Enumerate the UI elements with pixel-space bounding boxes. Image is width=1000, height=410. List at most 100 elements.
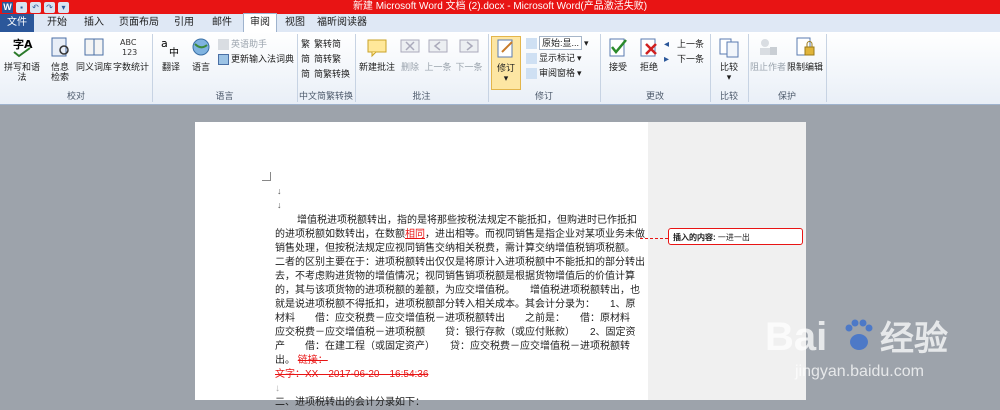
- inserted-text[interactable]: 相同: [405, 229, 425, 240]
- accept-button[interactable]: 接受: [602, 36, 634, 72]
- group-tracking: 修订 ▾ 原始:显... ▾ 显示标记 ▾ 审阅窗格 ▾ 修订: [488, 34, 601, 102]
- translate-icon: a中: [161, 37, 179, 59]
- restrict-editing-button[interactable]: 限制编辑: [786, 36, 824, 72]
- ribbon: 字A 拼写和语法 信息检索 同义词库 ABC 123 字数统计 校对 a中 翻译 …: [0, 32, 1000, 105]
- ime-dictionary-icon: [218, 53, 229, 65]
- group-protect: 阻止作者 限制编辑 保护: [748, 34, 827, 102]
- display-review-dropdown-icon: ▾: [584, 38, 589, 48]
- deleted-link-text[interactable]: 链接：: [298, 355, 328, 366]
- paragraph[interactable]: 增值税进项税额转出，指的是将那些按税法规定不能抵扣，但购进时已作抵扣的进项税额如…: [275, 214, 650, 368]
- display-for-review-select[interactable]: 原始:显... ▾: [526, 36, 589, 50]
- tab-foxit-reader[interactable]: 福昕阅读器: [316, 14, 368, 32]
- balloon-text: 一进一出: [717, 233, 750, 242]
- reject-icon: [640, 38, 657, 57]
- compare-icon: [719, 38, 739, 58]
- group-language: a中 翻译 语言 英语助手 更新输入法词典 语言: [152, 34, 298, 102]
- group-proofing: 字A 拼写和语法 信息检索 同义词库 ABC 123 字数统计 校对: [0, 34, 153, 102]
- tab-view[interactable]: 视图: [280, 14, 310, 32]
- tab-mailings[interactable]: 邮件: [206, 14, 238, 32]
- show-markup-icon: [526, 52, 537, 64]
- reject-button[interactable]: 拒绝: [634, 36, 664, 72]
- research-button[interactable]: 信息检索: [46, 36, 74, 82]
- crop-mark-top-left: [262, 172, 271, 181]
- paragraph-mark: ↓: [277, 200, 282, 210]
- window-title: 新建 Microsoft Word 文档 (2).docx - Microsof…: [352, 1, 648, 12]
- baidu-jingyan-watermark: Bai 经验 jingyan.baidu.com: [755, 300, 995, 390]
- review-pane-dropdown-icon: ▾: [577, 68, 582, 78]
- update-ime-dictionary-button[interactable]: 更新输入法词典: [218, 53, 294, 65]
- word-count-icon: ABC123: [120, 38, 137, 57]
- next-change-button[interactable]: ▸ 下一条: [664, 53, 704, 65]
- new-comment-button[interactable]: 新建批注: [357, 36, 397, 72]
- english-assistant-button[interactable]: 英语助手: [218, 38, 267, 50]
- to-simplified-button[interactable]: 繁 繁转简: [301, 38, 341, 50]
- delete-comment-icon: [400, 39, 420, 53]
- next-comment-button[interactable]: 下一条: [453, 36, 485, 72]
- review-pane-button[interactable]: 审阅窗格 ▾: [526, 67, 582, 79]
- english-assistant-icon: [218, 38, 229, 50]
- next-change-icon: ▸: [664, 53, 670, 65]
- tab-review[interactable]: 审阅: [243, 13, 277, 32]
- restrict-editing-icon: [796, 37, 815, 56]
- chinese-convert-button[interactable]: 简 简繁转换: [301, 68, 350, 80]
- baidu-paw-logo: Bai 经验 jingyan.baidu.com: [765, 315, 948, 380]
- thesaurus-book-icon: [84, 38, 104, 56]
- language-button[interactable]: 语言: [186, 36, 216, 72]
- group-label-comments: 批注: [412, 91, 431, 101]
- compare-button[interactable]: 比较 ▾: [714, 36, 744, 82]
- title-bar: W ▪ ↶ ↷ ▾ 新建 Microsoft Word 文档 (2).docx …: [0, 0, 1000, 14]
- group-changes: 接受 拒绝 ◂ 上一条 ▸ 下一条 更改: [600, 34, 711, 102]
- svg-text:ABC: ABC: [120, 38, 137, 47]
- thesaurus-button[interactable]: 同义词库: [76, 36, 112, 72]
- spelling-grammar-button[interactable]: 字A 拼写和语法: [2, 36, 42, 82]
- tab-references[interactable]: 引用: [168, 14, 200, 32]
- accept-icon: [609, 38, 627, 57]
- globe-icon: [192, 38, 210, 56]
- block-authors-button[interactable]: 阻止作者: [750, 36, 786, 72]
- revision-balloon[interactable]: 插入的内容: 一进一出: [668, 228, 803, 245]
- next-comment-icon: [459, 39, 479, 53]
- group-comments: 新建批注 删除 上一条 下一条 批注: [355, 34, 489, 102]
- group-label-protect: 保护: [777, 91, 796, 101]
- svg-text:中: 中: [169, 46, 179, 58]
- new-comment-icon: [367, 39, 387, 58]
- section-heading[interactable]: 二、进项税转出的会计分录如下：: [275, 396, 645, 410]
- tab-insert[interactable]: 插入: [78, 14, 110, 32]
- balloon-connector: [640, 238, 668, 239]
- svg-text:123: 123: [122, 48, 137, 57]
- word-count-button[interactable]: ABC 123 字数统计: [112, 36, 150, 72]
- tab-home[interactable]: 开始: [40, 14, 74, 32]
- group-label-changes: 更改: [645, 91, 664, 101]
- track-changes-button[interactable]: 修订 ▾: [491, 36, 521, 90]
- tab-file[interactable]: 文件: [0, 14, 34, 32]
- tab-page-layout[interactable]: 页面布局: [114, 14, 164, 32]
- watermark-brand: Bai: [765, 315, 827, 359]
- display-review-icon: [526, 37, 537, 49]
- previous-comment-icon: [428, 39, 448, 53]
- delete-comment-button[interactable]: 删除: [397, 36, 423, 72]
- document-body-text[interactable]: 增值税进项税额转出，指的是将那些按税法规定不能抵扣，但购进时已作抵扣的进项税额如…: [275, 214, 650, 410]
- group-label-language: 语言: [215, 91, 234, 101]
- balloon-label: 插入的内容:: [673, 233, 716, 242]
- show-markup-button[interactable]: 显示标记 ▾: [526, 52, 582, 64]
- paragraph-mark: ↓: [277, 186, 282, 196]
- block-authors-icon: [760, 39, 777, 55]
- group-label-chinese: 中文简繁转换: [298, 91, 353, 101]
- chinese-convert-icon: 简: [301, 68, 311, 79]
- group-compare: 比较 ▾ 比较: [710, 34, 749, 102]
- deleted-line[interactable]: 文字：XX 2017-06-20 16:54:36: [275, 368, 645, 382]
- group-chinese-conversion: 繁 繁转简 简 简转繁 简 简繁转换 中文简繁转换: [297, 34, 356, 102]
- ribbon-tab-bar: 文件 开始 插入 页面布局 引用 邮件 审阅 视图 福昕阅读器: [0, 13, 1000, 33]
- to-traditional-button[interactable]: 简 简转繁: [301, 53, 341, 65]
- paragraph-mark: ↓: [275, 383, 280, 394]
- review-pane-icon: [526, 67, 537, 79]
- watermark-brand-suffix: 经验: [880, 319, 948, 359]
- previous-change-button[interactable]: ◂ 上一条: [664, 38, 704, 50]
- svg-text:a: a: [161, 37, 168, 50]
- previous-comment-button[interactable]: 上一条: [423, 36, 453, 72]
- group-label-compare: 比较: [719, 91, 738, 101]
- show-markup-dropdown-icon: ▾: [577, 53, 582, 63]
- translate-button[interactable]: a中 翻译: [156, 36, 186, 72]
- track-changes-dropdown-icon: ▾: [503, 73, 509, 83]
- watermark-url: jingyan.baidu.com: [794, 363, 924, 380]
